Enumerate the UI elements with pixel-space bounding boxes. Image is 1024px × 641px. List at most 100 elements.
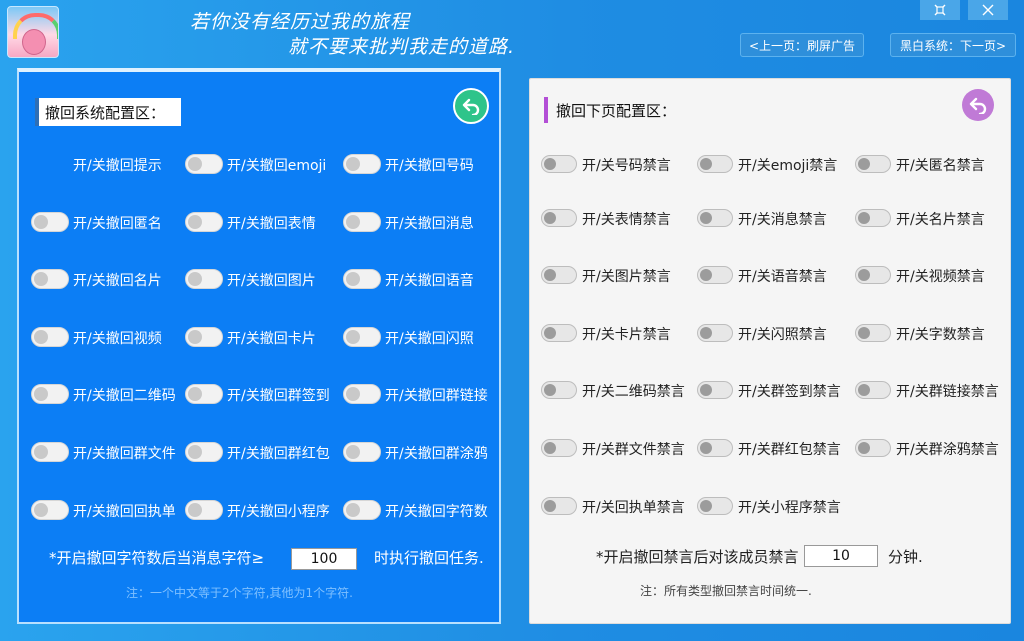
mute-toggle-switch[interactable] [855, 381, 891, 399]
mute-toggle-label: 开/关卡片禁言 [582, 327, 671, 343]
recall-toggle-switch[interactable] [31, 500, 69, 520]
recall-toggle-switch[interactable] [343, 154, 381, 174]
recall-mute-panel: 撤回下页配置区： 开/关号码禁言 开/关emoji禁言 开/关匿名禁言 开/关表情禁言… [529, 78, 1011, 624]
recall-toggle-switch[interactable] [185, 327, 223, 347]
recall-toggle-switch[interactable] [343, 327, 381, 347]
title-bar: 若你没有经历过我的旅程 就不要来批判我走的道路. <上一页：刷屏广告 黑白系统：… [0, 0, 1024, 64]
undo-arrow-icon [969, 97, 987, 114]
prev-page-button[interactable]: <上一页：刷屏广告 [740, 33, 864, 57]
mute-toggle-label: 开/关号码禁言 [582, 158, 671, 174]
restore-button[interactable] [920, 0, 960, 20]
recall-toggle-switch[interactable] [185, 212, 223, 232]
mute-toggle-switch[interactable] [697, 209, 733, 227]
mute-toggle-switch[interactable] [855, 266, 891, 284]
mute-toggle-switch[interactable] [855, 439, 891, 457]
back-button[interactable] [962, 89, 994, 121]
mute-toggle-switch[interactable] [541, 266, 577, 284]
recall-toggle-switch[interactable] [343, 442, 381, 462]
mute-toggle-switch[interactable] [541, 439, 577, 457]
mute-duration-input[interactable] [804, 545, 878, 567]
recall-toggle-label: 开/关撤回回执单 [73, 504, 176, 520]
recall-config-title: 撤回系统配置区： [35, 98, 181, 126]
mute-toggle-label: 开/关视频禁言 [896, 269, 985, 285]
mute-duration-hint: 注：所有类型撤回禁言时间统一. [640, 584, 812, 598]
recall-toggle-label: 开/关撤回群链接 [385, 388, 488, 404]
mute-toggle-label: 开/关小程序禁言 [738, 500, 841, 516]
mute-toggle-switch[interactable] [541, 324, 577, 342]
mute-toggle-switch[interactable] [541, 209, 577, 227]
recall-toggle-switch[interactable] [31, 442, 69, 462]
mute-toggle-label: 开/关群文件禁言 [582, 442, 685, 458]
recall-toggle-label: 开/关撤回名片 [73, 273, 162, 289]
mute-toggle-label: 开/关二维码禁言 [582, 384, 685, 400]
recall-toggle-label: 开/关撤回匿名 [73, 216, 162, 232]
mute-toggle-switch[interactable] [697, 324, 733, 342]
char-count-note: *开启撤回字符数后当消息字符≥ [49, 549, 265, 567]
slogan-line-2: 就不要来批判我走的道路. [288, 36, 516, 58]
mute-toggle-label: 开/关匿名禁言 [896, 158, 985, 174]
recall-toggle-switch[interactable] [185, 384, 223, 404]
recall-toggle-label: 开/关撤回提示 [73, 158, 162, 174]
restore-icon [934, 4, 946, 16]
mute-toggle-switch[interactable] [541, 497, 577, 515]
recall-toggle-switch[interactable] [31, 384, 69, 404]
mute-toggle-label: 开/关闪照禁言 [738, 327, 827, 343]
recall-toggle-switch[interactable] [185, 154, 223, 174]
recall-toggle-label: 开/关撤回语音 [385, 273, 474, 289]
recall-toggle-switch[interactable] [31, 269, 69, 289]
recall-toggle-switch[interactable] [343, 212, 381, 232]
recall-toggle-label: 开/关撤回小程序 [227, 504, 330, 520]
mute-toggle-switch[interactable] [855, 155, 891, 173]
mute-toggle-label: 开/关emoji禁言 [738, 158, 838, 174]
mute-toggle-label: 开/关回执单禁言 [582, 500, 685, 516]
back-button[interactable] [453, 88, 489, 124]
char-count-input[interactable] [291, 548, 357, 570]
recall-config-panel: 撤回系统配置区： 开/关撤回提示 开/关撤回emoji 开/关撤回号码 开/关撤回匿名… [17, 68, 501, 624]
recall-toggle-label: 开/关撤回消息 [385, 216, 474, 232]
mute-toggle-label: 开/关名片禁言 [896, 212, 985, 228]
mute-toggle-label: 开/关语音禁言 [738, 269, 827, 285]
recall-toggle-label: 开/关撤回群红包 [227, 446, 330, 462]
recall-toggle-switch[interactable] [185, 269, 223, 289]
mute-toggle-label: 开/关群链接禁言 [896, 384, 999, 400]
mute-toggle-label: 开/关消息禁言 [738, 212, 827, 228]
recall-toggle-label: 开/关撤回群涂鸦 [385, 446, 488, 462]
close-button[interactable] [968, 0, 1008, 20]
mute-toggle-switch[interactable] [697, 439, 733, 457]
recall-toggle-label: 开/关撤回emoji [227, 158, 327, 174]
mute-toggle-switch[interactable] [855, 209, 891, 227]
char-count-hint: 注：一个中文等于2个字符,其他为1个字符. [126, 586, 353, 600]
mute-toggle-label: 开/关表情禁言 [582, 212, 671, 228]
recall-toggle-label: 开/关撤回群文件 [73, 446, 176, 462]
mute-toggle-switch[interactable] [855, 324, 891, 342]
mute-toggle-switch[interactable] [541, 155, 577, 173]
recall-toggle-switch[interactable] [185, 442, 223, 462]
mute-toggle-switch[interactable] [697, 497, 733, 515]
recall-toggle-label: 开/关撤回二维码 [73, 388, 176, 404]
recall-toggle-switch[interactable] [185, 500, 223, 520]
recall-toggle-switch[interactable] [343, 269, 381, 289]
recall-toggle-switch[interactable] [31, 327, 69, 347]
mute-duration-unit: 分钟. [888, 548, 923, 566]
mute-toggle-label: 开/关图片禁言 [582, 269, 671, 285]
char-count-note-suffix: 时执行撤回任务. [374, 549, 484, 567]
mute-toggle-switch[interactable] [541, 381, 577, 399]
slogan-line-1: 若你没有经历过我的旅程 [190, 11, 411, 33]
recall-toggle-switch[interactable] [343, 384, 381, 404]
mute-toggle-label: 开/关群红包禁言 [738, 442, 841, 458]
recall-toggle-switch[interactable] [31, 212, 69, 232]
mute-toggle-label: 开/关群签到禁言 [738, 384, 841, 400]
next-page-button[interactable]: 黑白系统：下一页> [890, 33, 1016, 57]
mute-toggle-switch[interactable] [697, 266, 733, 284]
mute-duration-note: *开启撤回禁言后对该成员禁言 [596, 548, 799, 566]
recall-toggle-label: 开/关撤回闪照 [385, 331, 474, 347]
recall-toggle-switch[interactable] [343, 500, 381, 520]
recall-toggle-label: 开/关撤回卡片 [227, 331, 316, 347]
mute-toggle-switch[interactable] [697, 381, 733, 399]
close-icon [982, 4, 994, 16]
mute-toggle-label: 开/关群涂鸦禁言 [896, 442, 999, 458]
undo-arrow-icon [462, 98, 480, 115]
mute-toggle-switch[interactable] [697, 155, 733, 173]
recall-toggle-label: 开/关撤回字符数 [385, 504, 488, 520]
avatar [7, 6, 59, 58]
